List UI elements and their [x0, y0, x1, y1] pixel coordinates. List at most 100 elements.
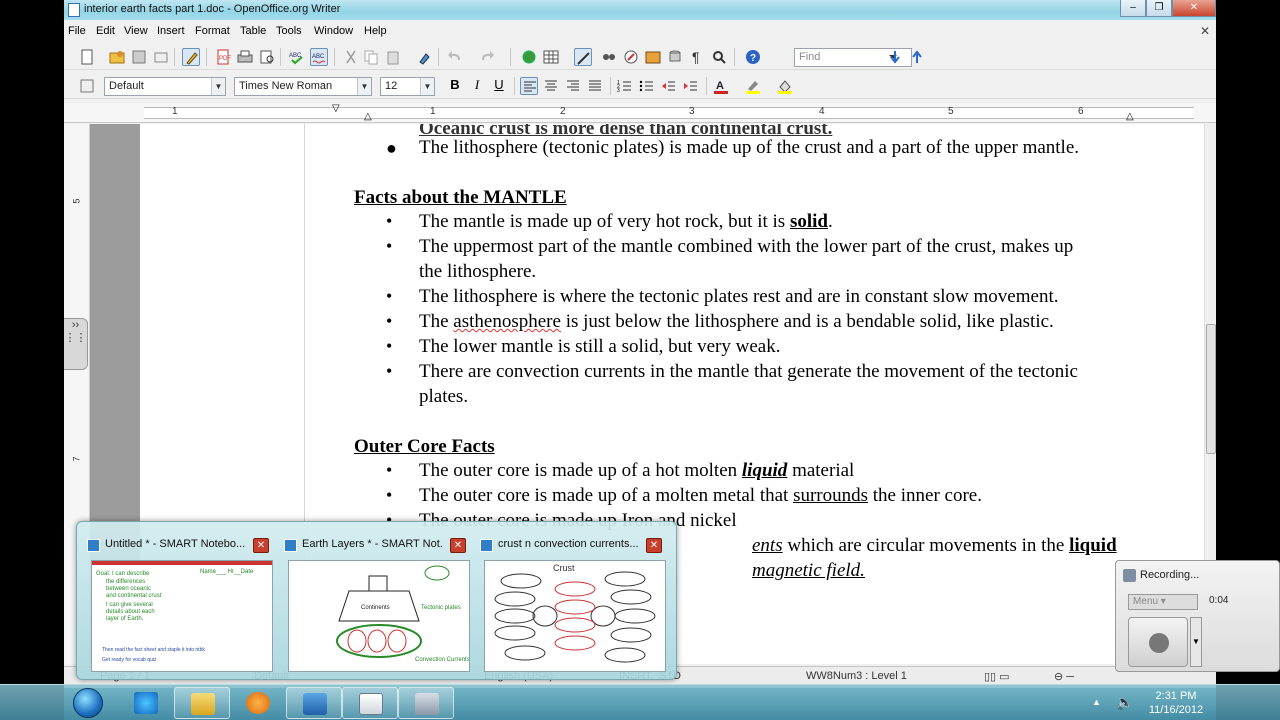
- close-button[interactable]: ✕: [1172, 0, 1216, 17]
- chevron-down-icon[interactable]: ▼: [420, 78, 434, 95]
- autospellcheck-icon[interactable]: ABC: [310, 48, 328, 66]
- cut-icon[interactable]: [342, 48, 360, 66]
- scroll-thumb[interactable]: [1206, 324, 1216, 454]
- decrease-indent-icon[interactable]: [660, 77, 678, 95]
- numbering-icon[interactable]: 123: [616, 77, 634, 95]
- font-size-select[interactable]: 12 ▼: [380, 77, 435, 96]
- svg-text:Crust: Crust: [553, 563, 575, 573]
- thumbnail-window[interactable]: Earth Layers * - SMART Not... ✕ Continen…: [280, 534, 470, 674]
- paste-icon[interactable]: [384, 48, 402, 66]
- list-item: The outer core is made up of a hot molte…: [419, 460, 855, 481]
- taskbar-media[interactable]: [230, 687, 286, 719]
- ruler-number: 6: [1078, 106, 1084, 117]
- menu-view[interactable]: View: [124, 25, 148, 37]
- sidebar-handle[interactable]: ›› ⋮⋮: [64, 318, 88, 370]
- email-icon[interactable]: [152, 48, 170, 66]
- zoom-out-icon[interactable]: ⊖ ─: [1054, 670, 1074, 683]
- close-icon[interactable]: ✕: [253, 538, 269, 553]
- indent-marker-icon[interactable]: ▽: [332, 103, 340, 114]
- bullets-icon[interactable]: [638, 77, 656, 95]
- find-replace-icon[interactable]: [600, 48, 618, 66]
- svg-text:between oceanic: between oceanic: [106, 586, 151, 592]
- clone-format-icon[interactable]: [416, 48, 434, 66]
- minimize-button[interactable]: –: [1120, 0, 1146, 17]
- volume-icon[interactable]: 🔈: [1116, 694, 1133, 711]
- edit-mode-icon[interactable]: [182, 48, 200, 66]
- indent-marker-icon[interactable]: △: [364, 111, 372, 122]
- menu-tools[interactable]: Tools: [276, 25, 302, 37]
- chevron-down-icon[interactable]: ▼: [357, 78, 371, 95]
- help-icon[interactable]: ?: [744, 48, 762, 66]
- taskbar-recorder[interactable]: [398, 687, 454, 719]
- close-document-icon[interactable]: ✕: [1200, 24, 1210, 38]
- chevron-down-icon[interactable]: ▼: [211, 78, 225, 95]
- highlight-icon[interactable]: [744, 77, 762, 95]
- menu-table[interactable]: Table: [240, 25, 266, 37]
- record-button[interactable]: [1128, 617, 1188, 667]
- save-icon[interactable]: [130, 48, 148, 66]
- align-center-icon[interactable]: [542, 77, 560, 95]
- close-icon[interactable]: ✕: [646, 538, 662, 553]
- taskbar-explorer[interactable]: [174, 687, 230, 719]
- show-draw-functions-icon[interactable]: [574, 48, 592, 66]
- font-name-select[interactable]: Times New Roman ▼: [234, 77, 372, 96]
- increase-indent-icon[interactable]: [682, 77, 700, 95]
- thumbnail-window[interactable]: Untitled * - SMART Notebo... ✕ Goal: I c…: [83, 534, 273, 674]
- svg-text:Continents: Continents: [361, 605, 390, 611]
- show-hidden-icons-icon[interactable]: ▲: [1092, 697, 1101, 707]
- bullet: •: [386, 460, 393, 480]
- menu-help[interactable]: Help: [364, 25, 387, 37]
- menu-format[interactable]: Format: [195, 25, 230, 37]
- data-sources-icon[interactable]: [666, 48, 684, 66]
- menu-file[interactable]: File: [68, 25, 86, 37]
- thumbnail-title: Untitled * - SMART Notebo...: [105, 538, 245, 550]
- align-right-icon[interactable]: [564, 77, 582, 95]
- thumbnail-window[interactable]: crust n convection currents... ✕ Crust: [476, 534, 666, 674]
- right-indent-icon[interactable]: △: [1126, 111, 1134, 122]
- print-icon[interactable]: [236, 48, 254, 66]
- close-icon[interactable]: ✕: [450, 538, 466, 553]
- find-previous-icon[interactable]: [908, 48, 926, 66]
- bold-button[interactable]: B: [446, 77, 464, 95]
- find-next-icon[interactable]: [886, 48, 904, 66]
- font-color-icon[interactable]: A: [712, 77, 730, 95]
- start-button[interactable]: [62, 686, 114, 720]
- justify-icon[interactable]: [586, 77, 604, 95]
- menu-insert[interactable]: Insert: [157, 25, 185, 37]
- zoom-icon[interactable]: [710, 48, 728, 66]
- undo-icon[interactable]: [446, 48, 464, 66]
- horizontal-ruler[interactable]: 1 1 2 3 4 5 6 ▽ △ △: [64, 103, 1216, 123]
- menu-window[interactable]: Window: [314, 25, 353, 37]
- spellcheck-icon[interactable]: ABC: [288, 48, 306, 66]
- record-dropdown[interactable]: ▼: [1190, 617, 1202, 667]
- hyperlink-icon[interactable]: [520, 48, 538, 66]
- navigator-icon[interactable]: [622, 48, 640, 66]
- taskbar-ie[interactable]: [118, 687, 174, 719]
- underline-button[interactable]: U: [490, 77, 508, 95]
- copy-icon[interactable]: [362, 48, 380, 66]
- taskbar-smart-notebook[interactable]: [286, 687, 342, 719]
- align-left-icon[interactable]: [520, 77, 538, 95]
- maximize-button[interactable]: ❐: [1146, 0, 1172, 17]
- italic-button[interactable]: I: [468, 77, 486, 95]
- clock[interactable]: 2:31 PM 11/16/2012: [1136, 689, 1216, 717]
- pdf-export-icon[interactable]: PDF: [214, 48, 232, 66]
- open-icon[interactable]: [108, 48, 126, 66]
- table-icon[interactable]: [542, 48, 560, 66]
- paragraph-style-select[interactable]: Default ▼: [104, 77, 226, 96]
- title-bar[interactable]: interior earth facts part 1.doc - OpenOf…: [64, 0, 1216, 20]
- taskbar-writer[interactable]: [342, 687, 398, 719]
- new-document-icon[interactable]: [78, 48, 96, 66]
- redo-icon[interactable]: [478, 48, 496, 66]
- view-layout-icon[interactable]: ▯▯ ▭: [984, 670, 1010, 683]
- list-item: The lower mantle is still a solid, but v…: [419, 336, 781, 357]
- recorder-menu-button[interactable]: Menu ▾: [1128, 594, 1198, 610]
- bullet: •: [386, 311, 393, 331]
- gallery-icon[interactable]: [644, 48, 662, 66]
- menu-edit[interactable]: Edit: [96, 25, 115, 37]
- background-color-icon[interactable]: [776, 77, 794, 95]
- styles-formatting-icon[interactable]: [78, 77, 96, 95]
- formatting-marks-icon[interactable]: ¶: [688, 48, 706, 66]
- print-preview-icon[interactable]: [258, 48, 276, 66]
- list-item: The lithosphere (tectonic plates) is mad…: [419, 137, 1080, 158]
